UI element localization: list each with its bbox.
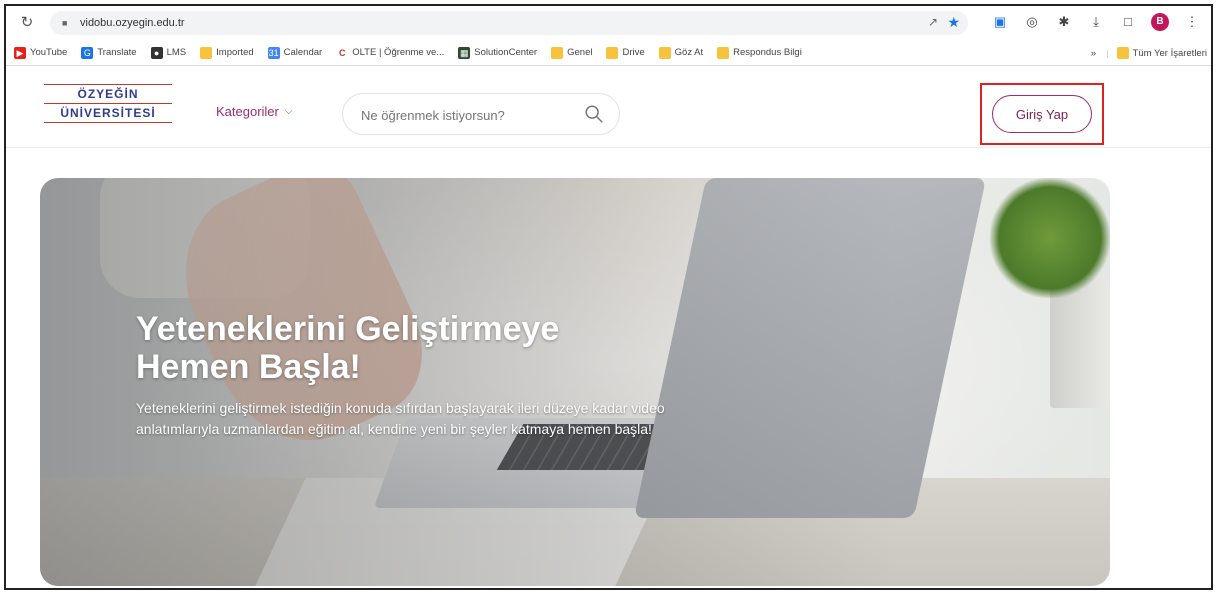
categories-menu[interactable]: Kategoriler ⌵ (216, 104, 292, 119)
bookmark-respondus[interactable]: Respondus Bilgi (717, 46, 802, 59)
youtube-icon: ▶ (14, 46, 26, 59)
bookmark-youtube[interactable]: ▶ YouTube (14, 46, 67, 59)
reload-icon[interactable]: ↻ (18, 14, 36, 32)
site-logo[interactable]: ÖZYEĞİN ÜNİVERSİTESİ (38, 82, 178, 128)
categories-label: Kategoriler (216, 104, 279, 119)
lms-icon: ● (150, 46, 163, 59)
bookmarks-overflow-button[interactable]: » (1091, 48, 1096, 59)
folder-icon (1116, 47, 1129, 59)
login-highlight-box: Giriş Yap (980, 83, 1104, 145)
sidepanel-icon[interactable]: □ (1119, 13, 1137, 31)
bookmarks-bar: ▶ YouTube G Translate ● LMS Imported 31 Cale… (6, 40, 1211, 66)
hero-subtitle: Yeteneklerini geliştirmek istediğin konu… (136, 400, 665, 437)
address-bar-row: ↻ ■ vidobu.ozyegin.edu.tr ↗ ★ ▣ ◎ ✱ ⤓ □ … (6, 6, 1211, 40)
translate-icon: G (81, 46, 94, 59)
folder-icon (551, 46, 564, 59)
search-box (342, 93, 620, 135)
share-icon[interactable]: ↗ (928, 15, 938, 29)
hero-title-line1: Yeteneklerini Geliştirmeye (136, 310, 560, 348)
bookmark-gozat[interactable]: Göz At (658, 46, 703, 59)
bookmarks-right: » | Tüm Yer İşaretleri (1091, 47, 1207, 59)
folder-icon (717, 46, 730, 59)
search-icon[interactable] (583, 103, 605, 125)
folder-icon (200, 46, 213, 59)
logo-line (44, 122, 172, 123)
folder-icon (606, 46, 619, 59)
calendar-icon: 31 (267, 46, 280, 59)
bookmarks-divider: | (1106, 47, 1109, 59)
profile-avatar[interactable]: B (1151, 13, 1169, 31)
logo-top-text: ÖZYEĞİN (77, 87, 139, 101)
site-header: ÖZYEĞİN ÜNİVERSİTESİ Kategoriler ⌵ Giriş… (6, 66, 1211, 148)
logo-bottom-text: ÜNİVERSİTESİ (60, 106, 156, 120)
bookmark-drive[interactable]: Drive (606, 46, 645, 59)
chevron-down-icon: ⌵ (284, 106, 293, 117)
lock-icon[interactable]: ■ (62, 18, 72, 28)
bookmark-calendar[interactable]: 31 Calendar (267, 46, 322, 59)
login-button[interactable]: Giriş Yap (992, 95, 1092, 133)
url-text[interactable]: vidobu.ozyegin.edu.tr (80, 17, 185, 29)
camera-icon[interactable]: ◎ (1023, 13, 1041, 31)
bookmark-solutioncenter[interactable]: ▦ SolutionCenter (458, 46, 537, 59)
all-bookmarks-button[interactable]: Tüm Yer İşaretleri (1133, 48, 1207, 59)
olte-icon: C (336, 46, 349, 59)
folder-icon (658, 46, 671, 59)
browser-window: ↻ ■ vidobu.ozyegin.edu.tr ↗ ★ ▣ ◎ ✱ ⤓ □ … (4, 4, 1213, 590)
bookmark-genel[interactable]: Genel (551, 46, 592, 59)
logo-line (44, 103, 172, 104)
solution-icon: ▦ (458, 46, 471, 59)
logo-line (44, 84, 172, 85)
hero-banner: Yeteneklerini Geliştirmeye Hemen Başla! … (40, 178, 1110, 586)
menu-icon[interactable]: ⋮ (1183, 13, 1201, 31)
bookmark-olte[interactable]: C OLTE | Öğrenme ve... (336, 46, 444, 59)
toolbar-icons: ▣ ◎ ✱ ⤓ □ B ⋮ (991, 13, 1201, 31)
bookmark-star-icon[interactable]: ★ (947, 14, 960, 31)
extensions-icon[interactable]: ✱ (1055, 13, 1073, 31)
bookmark-imported[interactable]: Imported (200, 46, 254, 59)
bookmark-translate[interactable]: G Translate (81, 46, 137, 59)
download-icon[interactable]: ⤓ (1087, 13, 1105, 31)
search-input[interactable] (361, 105, 571, 125)
translate-ext-icon[interactable]: ▣ (991, 13, 1009, 31)
bookmark-lms[interactable]: ● LMS (150, 46, 186, 59)
hero-title: Yeteneklerini Geliştirmeye Hemen Başla! (136, 310, 696, 386)
omnibox[interactable]: ■ vidobu.ozyegin.edu.tr ↗ ★ (50, 11, 968, 35)
hero-title-line2: Hemen Başla! (136, 348, 361, 386)
